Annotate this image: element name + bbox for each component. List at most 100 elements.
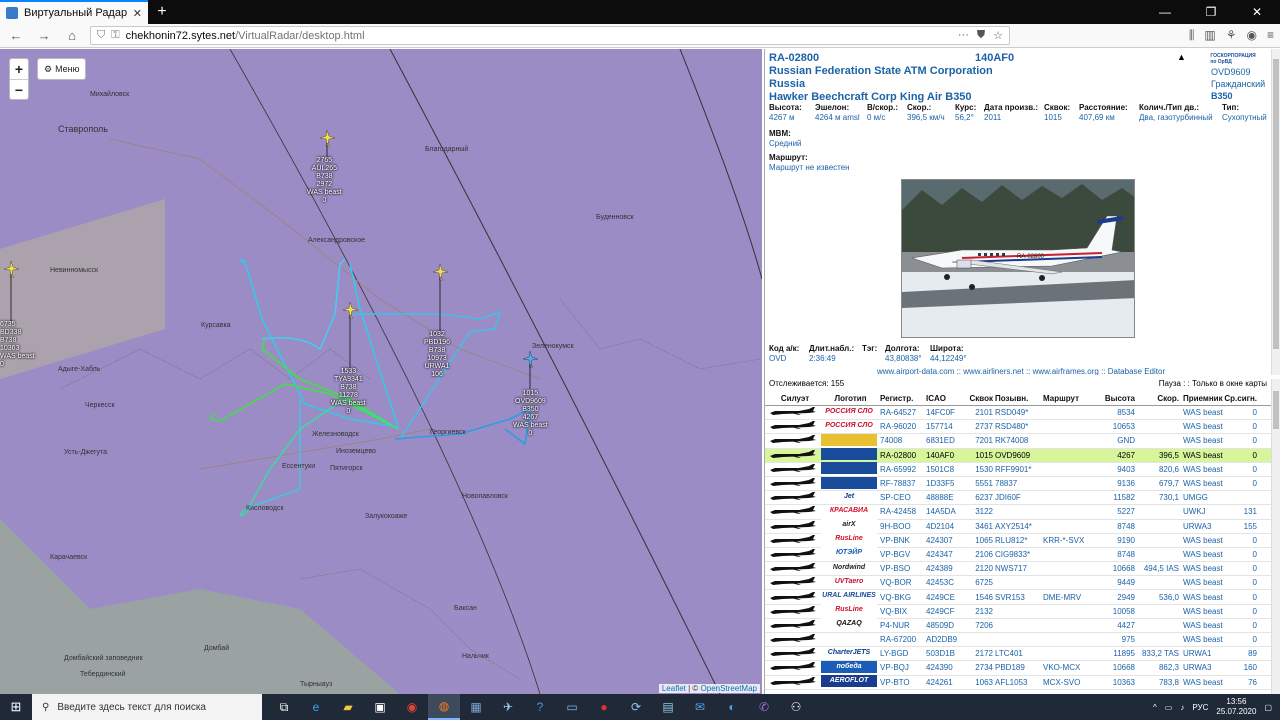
close-window-icon[interactable]: ✕	[1234, 0, 1280, 24]
taskbar-search[interactable]: ⚲ Введите здесь текст для поиска	[32, 694, 262, 720]
task-view-icon[interactable]: ⧉	[268, 694, 300, 720]
table-row[interactable]: Jet SP-CEO 48888E 6237 JDI60F 11582 730,1 UMGG	[765, 490, 1271, 506]
language-indicator[interactable]: РУС	[1192, 703, 1208, 712]
list-scrollbar-thumb[interactable]	[1273, 391, 1279, 429]
city-label: Залукокоаже	[365, 513, 408, 520]
table-row[interactable]: RA-65992 1501C8 1530 RFF9901* 9403 820,6 WAS b…	[765, 462, 1271, 477]
aircraft-photo[interactable]: RA-02800	[901, 179, 1135, 338]
home-icon[interactable]: ⌂	[62, 26, 82, 46]
zoom-in-button[interactable]: +	[10, 59, 28, 79]
col-speed[interactable]: Скор.	[1135, 394, 1179, 403]
col-callsign[interactable]: Позывн.	[995, 394, 1043, 403]
col-silhouette[interactable]: Силуэт	[765, 394, 821, 403]
file-explorer-icon[interactable]: ▰	[332, 694, 364, 720]
table-row[interactable]: UVTaero VQ-BOR 42453C 6725 9449 WAS beast 0	[765, 575, 1271, 591]
account-icon[interactable]: ◉	[1247, 28, 1257, 43]
forward-icon[interactable]: →	[34, 26, 54, 46]
table-row[interactable]: ЮТЭЙР VP-BGV 424347 2106 CIG9833* 8748 WAS bea…	[765, 547, 1271, 563]
bookmark-star-icon[interactable]: ☆	[993, 29, 1003, 42]
aircraft-label[interactable]: 1015 OVD9609 B350 4267 WAS beast 0	[513, 390, 548, 438]
aircraft-label[interactable]: 1533 TYA9341 B738 11278 WAS beast 0	[331, 368, 366, 416]
plane-app-icon[interactable]: ✈	[492, 694, 524, 720]
network-icon[interactable]: ▭	[1165, 703, 1173, 712]
menu-button[interactable]: ⚙ Меню	[37, 58, 87, 80]
table-row[interactable]: RusLine VP-BNK 424307 1065 RLU812* KRR-*-SVX 9…	[765, 533, 1271, 548]
col-route[interactable]: Маршрут	[1043, 394, 1091, 403]
page-actions-icon[interactable]: ···	[958, 29, 969, 42]
monitor-icon[interactable]: ▤	[652, 694, 684, 720]
table-row[interactable]: КРАСАВИА RA-42458 14A5DA 3122 5227 UWKJ 131	[765, 504, 1271, 520]
pin-icon[interactable]: ▲	[1177, 52, 1186, 62]
table-row[interactable]: RA-02800 140AF0 1015 OVD9609 4267 396,5 WAS be…	[765, 448, 1271, 463]
table-row[interactable]: URAL AIRLINES VQ-BKG 4249CE 1546 SVR153 DME-M…	[765, 590, 1271, 605]
detail-scrollbar-thumb[interactable]	[1273, 59, 1279, 349]
pocket-icon[interactable]: ⛊	[977, 29, 985, 42]
viber-icon[interactable]: ✆	[748, 694, 780, 720]
people-icon[interactable]: ⚇	[780, 694, 812, 720]
aircraft-label[interactable]: 1032 PBD196 B738 10973 URWA1 106	[424, 331, 450, 379]
url-bar[interactable]: ⛉ ⚿ chekhonin72.sytes.net/VirtualRadar/d…	[90, 26, 1010, 45]
table-row[interactable]: AEROFLOT VP-BTO 424261 1063 AFL1053 MCX-SVO 10…	[765, 675, 1271, 690]
list-scrollbar[interactable]	[1271, 379, 1280, 694]
mail-icon[interactable]: ✉	[684, 694, 716, 720]
table-row[interactable]: airX 9H-BOO 4D2104 3461 AXY2514* 8748 URWA3 155	[765, 519, 1271, 534]
aircraft-label[interactable]: 6735 BD338 B738 10363 WAS beast 0	[0, 321, 35, 369]
right-panel: RA-02800 140AF0 Russian Federation State…	[764, 49, 1280, 694]
notifications-icon[interactable]: ▢	[1264, 703, 1272, 712]
col-icao[interactable]: ICAO	[926, 394, 967, 403]
osm-link[interactable]: OpenStreetMap	[701, 684, 757, 693]
table-row[interactable]: 74008 6831ED 7201 RK74008 GND WAS beast 0	[765, 433, 1271, 449]
sync-icon[interactable]: ⟳	[620, 694, 652, 720]
table-row[interactable]: РОССИЯ СЛО RA-64527 14FC0F 2101 RSD049* 8534 W…	[765, 405, 1271, 421]
aircraft-label[interactable]: 2765 AUL265 B738 2972 WAS beast 0	[307, 157, 342, 205]
back-icon[interactable]: ←	[6, 26, 26, 46]
browser-tab[interactable]: Виртуальный Радар (155) ✕	[0, 0, 148, 24]
record-icon[interactable]: ●	[588, 694, 620, 720]
table-row[interactable]: победа VP-BQJ 424390 2734 PBD189 VKO-MCX 10668…	[765, 660, 1271, 676]
table-row[interactable]: QAZAQ P4-NUR 48509D 7206 4427 WAS beast 0	[765, 618, 1271, 633]
col-logo[interactable]: Логотип	[821, 394, 880, 403]
extension-icon[interactable]: ⚘	[1226, 28, 1237, 43]
help-icon[interactable]: ?	[524, 694, 556, 720]
detail-scrollbar[interactable]	[1271, 49, 1280, 375]
detail-registration: RA-02800	[769, 52, 820, 64]
col-reg[interactable]: Регистр.	[880, 394, 926, 403]
calculator-icon[interactable]: ▦	[460, 694, 492, 720]
sidebar-icon[interactable]: ▥	[1204, 28, 1215, 43]
remote-desktop-icon[interactable]: ▭	[556, 694, 588, 720]
col-receiver[interactable]: Приемник	[1179, 394, 1223, 403]
firefox-icon[interactable]: ◍	[428, 694, 460, 720]
edge-icon[interactable]: e	[300, 694, 332, 720]
library-icon[interactable]: ⫼	[1189, 28, 1195, 43]
airline-logo: QAZAQ	[821, 618, 880, 632]
tray-expand-icon[interactable]: ^	[1153, 703, 1157, 712]
clock[interactable]: 13:56 25.07.2020	[1216, 697, 1256, 717]
table-row[interactable]: RusLine VQ-BIX 4249CF 2132 10058 WAS beast 0	[765, 604, 1271, 619]
table-row[interactable]: РОССИЯ СЛО RA-96020 157714 2737 RSD480* 10653…	[765, 419, 1271, 435]
db-icon[interactable]: ◐	[716, 694, 748, 720]
col-altitude[interactable]: Высота	[1091, 394, 1135, 403]
close-tab-icon[interactable]: ✕	[133, 7, 142, 20]
airline-logo: URAL AIRLINES	[821, 590, 880, 604]
hamburger-menu-icon[interactable]: ≡	[1267, 28, 1274, 43]
windows-start-icon[interactable]: ⊞	[0, 694, 32, 720]
restore-icon[interactable]: ❐	[1188, 0, 1234, 24]
chrome-icon[interactable]: ◉	[396, 694, 428, 720]
table-row[interactable]: RF-78837 1D33F5 5551 78837 9136 679,7 WAS beas…	[765, 476, 1271, 492]
zoom-out-button[interactable]: −	[10, 79, 28, 99]
new-tab-button[interactable]: +	[148, 0, 176, 24]
radar-map[interactable]: Михайловск Ставрополь Благодарный Буденн…	[0, 49, 762, 694]
shield-icon[interactable]: ⛉	[97, 29, 105, 42]
table-row[interactable]: RA-67200 AD2DB9 975 WAS beast 0	[765, 632, 1271, 648]
insecure-lock-icon[interactable]: ⚿	[111, 29, 119, 42]
table-row[interactable]: Nordwind VP-BSO 424389 2120 NWS717 10668 494,5…	[765, 561, 1271, 577]
volume-icon[interactable]: ♪	[1180, 703, 1184, 712]
external-links[interactable]: www.airport-data.com :: www.airliners.ne…	[877, 367, 1165, 375]
col-signal[interactable]: Ср.сигн.	[1223, 394, 1259, 403]
leaflet-link[interactable]: Leaflet	[662, 684, 686, 693]
table-row[interactable]: CharterJETS LY-BGD 503D1B 2172 LTC401 11895 83…	[765, 646, 1271, 662]
col-squawk[interactable]: Сквок	[967, 394, 995, 403]
list-options[interactable]: Пауза : : Только в окне карты	[1159, 379, 1267, 391]
minimize-icon[interactable]: —	[1142, 0, 1188, 24]
store-icon[interactable]: ▣	[364, 694, 396, 720]
